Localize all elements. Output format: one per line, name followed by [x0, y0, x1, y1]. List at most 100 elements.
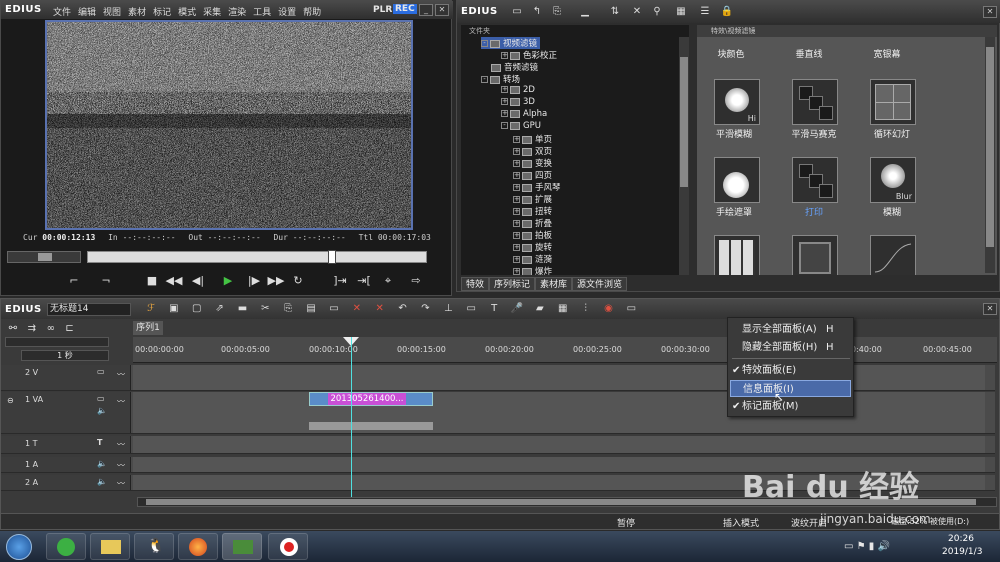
menu-item-show-all-panels[interactable]: 显示全部面板(A) H: [730, 321, 851, 338]
menu-item-effects-panel[interactable]: ✔ 特效面板(E): [730, 362, 851, 379]
delete-icon[interactable]: ✕: [627, 4, 647, 20]
undo-icon[interactable]: ↶: [393, 301, 413, 317]
taskbar-app-qq[interactable]: 🐧: [134, 533, 174, 560]
set-marker-icon[interactable]: ⌖: [379, 273, 397, 289]
time-ruler[interactable]: 00:00:00:00 00:00:05:00 00:00:10:00 00:0…: [133, 337, 997, 363]
folder-icon[interactable]: ▭: [507, 4, 527, 20]
track-lock-icon[interactable]: ⊖: [7, 396, 14, 405]
tree-item-twist[interactable]: + 扭转: [513, 205, 552, 217]
sequence-tab[interactable]: 序列1: [133, 321, 163, 335]
track-lane-2v[interactable]: [133, 365, 985, 390]
effect-vertical-line[interactable]: 垂直线: [769, 47, 849, 60]
trim-icon[interactable]: ▭: [461, 301, 481, 317]
tree-scroll-thumb[interactable]: [680, 57, 688, 187]
taskbar-app-explorer[interactable]: [90, 533, 130, 560]
new-color-icon[interactable]: ▁: [575, 4, 595, 20]
mic-icon[interactable]: 🎤: [507, 301, 527, 317]
menu-mode[interactable]: 模式: [178, 5, 196, 18]
shuttle-handle[interactable]: [38, 253, 52, 261]
position-handle[interactable]: [328, 250, 336, 264]
tab-effects[interactable]: 特效: [461, 277, 490, 291]
menu-view[interactable]: 视图: [103, 5, 121, 18]
taskbar-app-firefox[interactable]: [178, 533, 218, 560]
menu-settings[interactable]: 设置: [278, 5, 296, 18]
menu-marker[interactable]: 标记: [153, 5, 171, 18]
list-icon[interactable]: ☰: [695, 4, 715, 20]
timeline-close-button[interactable]: ✕: [983, 303, 997, 315]
audio-clip[interactable]: [309, 422, 433, 430]
mixer-icon[interactable]: ⫶: [576, 301, 596, 317]
speaker-icon[interactable]: 🔈: [97, 406, 107, 415]
tab-sequence-markers[interactable]: 序列标记: [489, 277, 536, 291]
tree-item-gpu[interactable]: - GPU: [501, 121, 541, 131]
save-icon[interactable]: ▬: [233, 301, 253, 317]
tree-item-single-page[interactable]: + 单页: [513, 133, 552, 145]
effect-thumb-print[interactable]: [792, 157, 838, 203]
step-back-icon[interactable]: ◀|: [189, 273, 207, 289]
menu-file[interactable]: 文件: [53, 5, 71, 18]
copy-icon[interactable]: ⎘: [278, 301, 298, 317]
position-slider[interactable]: [87, 250, 427, 264]
redo-icon[interactable]: ↷: [416, 301, 436, 317]
track-lane-1va[interactable]: 201305261400...: [133, 392, 985, 433]
menu-item-info-panel[interactable]: 信息面板(I): [730, 380, 851, 397]
zoom-slider[interactable]: [5, 337, 109, 347]
output-icon[interactable]: ⇨: [407, 273, 425, 289]
speaker-icon[interactable]: 🔈: [97, 459, 107, 468]
new-sequence-icon[interactable]: ▢: [187, 301, 207, 317]
tree-item-video-filters[interactable]: - 视频滤镜: [481, 37, 541, 49]
waveform-icon[interactable]: 〰: [117, 460, 125, 471]
tree-item-transform[interactable]: + 变换: [513, 157, 552, 169]
tree-item-audio-filters[interactable]: 音频滤镜: [481, 61, 538, 73]
loop-icon[interactable]: ↻: [289, 273, 307, 289]
effects-scrollbar[interactable]: [985, 37, 995, 273]
open-icon[interactable]: ⇗: [210, 301, 230, 317]
sort-icon[interactable]: ⇅: [605, 4, 625, 20]
effect-thumb-loop-slide[interactable]: [870, 79, 916, 125]
fast-forward-icon[interactable]: ▶▶: [267, 273, 285, 289]
effect-thumb-smooth-blur[interactable]: Hi: [714, 79, 760, 125]
taskbar-app-edius[interactable]: [222, 533, 262, 560]
add-clip-icon[interactable]: ⎘: [547, 4, 567, 20]
tree-item-ripple[interactable]: + 涟漪: [513, 253, 552, 265]
tray-icons[interactable]: ▭ ⚑ ▮ 🔊: [844, 541, 890, 552]
play-icon[interactable]: ▶: [219, 273, 237, 289]
ripple-delete-icon[interactable]: ✕: [370, 301, 390, 317]
menu-item-marker-panel[interactable]: ✔ 标记面板(M): [730, 398, 851, 415]
menu-edit[interactable]: 编辑: [78, 5, 96, 18]
waveform-icon[interactable]: 〰: [117, 478, 125, 489]
overwrite-to-timeline-icon[interactable]: ⇥[: [355, 273, 373, 289]
effects-scroll-thumb[interactable]: [986, 47, 994, 247]
waveform-icon[interactable]: 〰: [117, 439, 125, 450]
rewind-icon[interactable]: ◀◀: [165, 273, 183, 289]
effect-thumb-frame[interactable]: [792, 235, 838, 275]
step-forward-icon[interactable]: |▶: [245, 273, 263, 289]
paste-icon[interactable]: ▤: [301, 301, 321, 317]
effect-widescreen[interactable]: 宽银幕: [847, 47, 927, 60]
tree-item-fold[interactable]: + 折叠: [513, 217, 552, 229]
speaker-icon[interactable]: 🔈: [97, 477, 107, 486]
menu-help[interactable]: 帮助: [303, 5, 321, 18]
mark-in-button[interactable]: ⌐: [65, 273, 83, 289]
menu-render[interactable]: 渲染: [228, 5, 246, 18]
tree-item-alpha[interactable]: + Alpha: [501, 109, 547, 119]
cut-icon[interactable]: ✂: [255, 301, 275, 317]
tree-item-transitions[interactable]: - 转场: [481, 73, 520, 85]
effect-thumb-curve[interactable]: [870, 235, 916, 275]
tree-item-expand[interactable]: + 扩展: [513, 193, 552, 205]
library-close-button[interactable]: ✕: [983, 6, 997, 18]
up-folder-icon[interactable]: ↰: [527, 4, 547, 20]
render-icon[interactable]: ▰: [530, 301, 550, 317]
link-icon[interactable]: ∞: [43, 321, 59, 337]
tree-item-2d[interactable]: +2D: [501, 85, 535, 95]
effect-thumb-smooth-mosaic[interactable]: [792, 79, 838, 125]
timescale-select[interactable]: 1 秒: [21, 350, 109, 361]
waveform-icon[interactable]: 〰: [117, 369, 125, 380]
tab-source-browser[interactable]: 源文件浏览: [572, 277, 628, 291]
properties-icon[interactable]: ⚲: [647, 4, 667, 20]
tree-item-clap[interactable]: + 拍板: [513, 229, 552, 241]
snap-icon[interactable]: ⊏: [62, 321, 78, 337]
track-mode-icon[interactable]: ⚯: [5, 321, 21, 337]
start-button[interactable]: [6, 534, 32, 560]
video-clip[interactable]: 201305261400...: [309, 392, 433, 406]
